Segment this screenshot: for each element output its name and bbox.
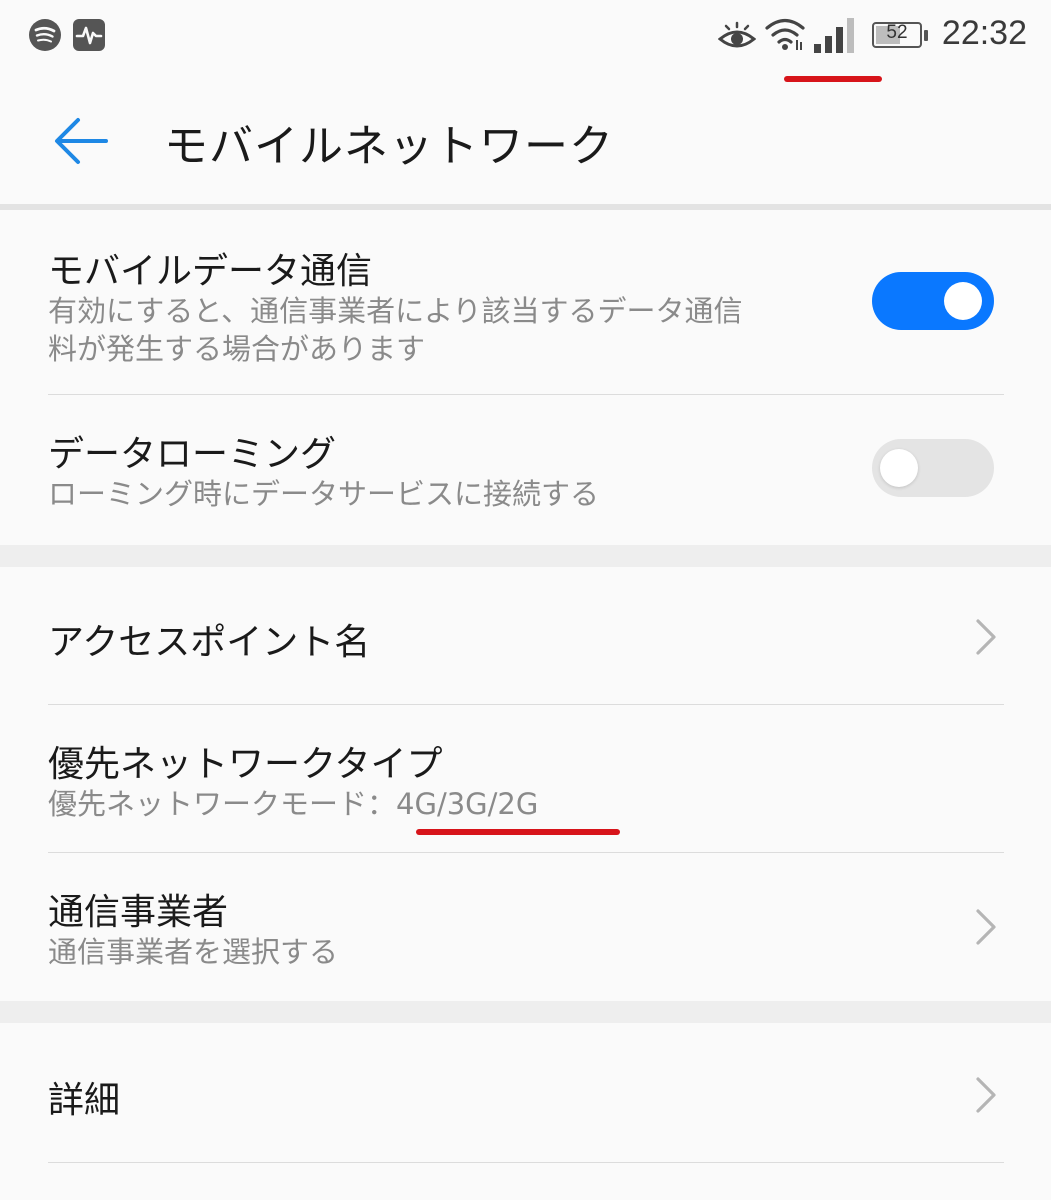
battery-cap: [924, 30, 928, 41]
arrow-left-icon[interactable]: [50, 110, 112, 172]
toggle-knob: [944, 282, 982, 320]
toggle-knob: [880, 449, 918, 487]
app-header: モバイルネットワーク: [0, 80, 1051, 206]
advanced-row[interactable]: 詳細: [0, 1023, 1051, 1161]
mobile-data-row[interactable]: モバイルデータ通信 有効にすると、通信事業者により該当するデータ通信 料が発生す…: [0, 212, 1051, 394]
signal-icon: [814, 18, 854, 53]
battery-icon: 52: [872, 22, 922, 48]
preferred-network-title: 優先ネットワークタイプ: [48, 744, 443, 785]
carrier-subtitle: 通信事業者を選択する: [48, 935, 339, 969]
data-roaming-row[interactable]: データローミング ローミング時にデータサービスに接続する: [0, 395, 1051, 545]
spotify-icon: [29, 19, 61, 51]
activity-icon: [73, 19, 105, 51]
preferred-network-subtitle: 優先ネットワークモード：4G/3G/2G: [48, 785, 538, 823]
data-roaming-toggle[interactable]: [872, 439, 994, 497]
carrier-row[interactable]: 通信事業者 通信事業者を選択する: [0, 853, 1051, 1001]
page-title: モバイルネットワーク: [164, 121, 614, 172]
annotation-underline-network-mode: [416, 829, 620, 835]
carrier-title: 通信事業者: [48, 892, 229, 933]
chevron-right-icon: [976, 619, 996, 655]
advanced-title: 詳細: [48, 1080, 121, 1121]
eye-icon: [718, 21, 756, 48]
divider: [48, 1162, 1004, 1163]
mobile-data-title: モバイルデータ通信: [48, 251, 373, 292]
access-point-title: アクセスポイント名: [48, 622, 371, 663]
preferred-network-row[interactable]: 優先ネットワークタイプ 優先ネットワークモード：4G/3G/2G: [0, 705, 1051, 852]
section-separator: [0, 1001, 1051, 1023]
mobile-data-subtitle-line2: 料が発生する場合があります: [48, 332, 426, 366]
section-separator: [0, 545, 1051, 567]
mobile-data-subtitle-line1: 有効にすると、通信事業者により該当するデータ通信: [48, 294, 743, 328]
status-time: 22:32: [941, 14, 1027, 52]
data-roaming-subtitle: ローミング時にデータサービスに接続する: [48, 477, 600, 511]
chevron-right-icon: [976, 1077, 996, 1113]
data-roaming-title: データローミング: [48, 434, 337, 475]
access-point-row[interactable]: アクセスポイント名: [0, 567, 1051, 703]
wifi-icon: [765, 18, 805, 50]
preferred-network-mode-value: 4G/3G/2G: [396, 787, 539, 821]
chevron-right-icon: [976, 909, 996, 945]
preferred-network-mode-label: 優先ネットワークモード：: [48, 787, 397, 821]
status-bar: 52 22:32: [0, 0, 1051, 82]
mobile-data-toggle[interactable]: [872, 272, 994, 330]
header-divider: [0, 204, 1051, 210]
battery-level: 52: [886, 22, 908, 43]
